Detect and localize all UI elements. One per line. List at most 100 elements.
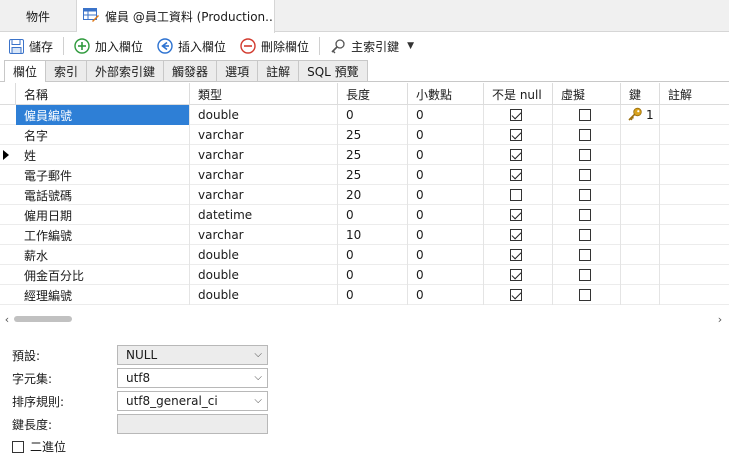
not-null-checkbox[interactable] bbox=[510, 249, 522, 261]
cell-name[interactable]: 僱員編號 bbox=[16, 105, 190, 125]
virtual-checkbox[interactable] bbox=[579, 189, 591, 201]
cell-key[interactable] bbox=[621, 245, 660, 265]
add-field-button[interactable]: 加入欄位 bbox=[70, 35, 147, 57]
not-null-checkbox[interactable] bbox=[510, 189, 522, 201]
column-header-comment[interactable]: 註解 bbox=[660, 83, 729, 105]
virtual-checkbox[interactable] bbox=[579, 229, 591, 241]
cell-name[interactable]: 薪水 bbox=[16, 245, 190, 265]
scrollbar-thumb[interactable] bbox=[14, 316, 72, 322]
not-null-checkbox[interactable] bbox=[510, 129, 522, 141]
cell-name[interactable]: 電話號碼 bbox=[16, 185, 190, 205]
cell-comment[interactable] bbox=[660, 205, 729, 225]
cell-comment[interactable] bbox=[660, 125, 729, 145]
cell-type[interactable]: double bbox=[190, 105, 338, 125]
cell-key[interactable] bbox=[621, 185, 660, 205]
cell-decimals[interactable]: 0 bbox=[408, 185, 484, 205]
cell-type[interactable]: double bbox=[190, 265, 338, 285]
not-null-checkbox[interactable] bbox=[510, 209, 522, 221]
column-header-decimals[interactable]: 小數點 bbox=[408, 83, 484, 105]
not-null-checkbox[interactable] bbox=[510, 109, 522, 121]
delete-field-button[interactable]: 刪除欄位 bbox=[236, 35, 313, 57]
primary-key-button[interactable]: 主索引鍵 ▼ bbox=[326, 35, 418, 57]
virtual-checkbox[interactable] bbox=[579, 209, 591, 221]
cell-key[interactable] bbox=[621, 225, 660, 245]
table-row[interactable]: 僱用日期 datetime 0 0 bbox=[0, 205, 729, 225]
cell-length[interactable]: 0 bbox=[338, 265, 408, 285]
not-null-checkbox[interactable] bbox=[510, 289, 522, 301]
tab-indexes[interactable]: 索引 bbox=[45, 60, 88, 81]
cell-key[interactable] bbox=[621, 125, 660, 145]
tab-comment[interactable]: 註解 bbox=[257, 60, 300, 81]
cell-comment[interactable] bbox=[660, 145, 729, 165]
cell-decimals[interactable]: 0 bbox=[408, 145, 484, 165]
cell-length[interactable]: 25 bbox=[338, 145, 408, 165]
cell-comment[interactable] bbox=[660, 185, 729, 205]
cell-name[interactable]: 名字 bbox=[16, 125, 190, 145]
save-button[interactable]: 儲存 bbox=[4, 35, 57, 57]
cell-type[interactable]: varchar bbox=[190, 185, 338, 205]
table-row[interactable]: 電子郵件 varchar 25 0 bbox=[0, 165, 729, 185]
cell-comment[interactable] bbox=[660, 245, 729, 265]
default-select[interactable]: NULL ⌵ bbox=[117, 345, 268, 365]
virtual-checkbox[interactable] bbox=[579, 129, 591, 141]
chevron-down-icon[interactable]: ▼ bbox=[407, 41, 414, 51]
cell-name[interactable]: 佣金百分比 bbox=[16, 265, 190, 285]
cell-key[interactable] bbox=[621, 285, 660, 305]
cell-type[interactable]: varchar bbox=[190, 125, 338, 145]
insert-field-button[interactable]: 插入欄位 bbox=[153, 35, 230, 57]
cell-decimals[interactable]: 0 bbox=[408, 285, 484, 305]
cell-length[interactable]: 0 bbox=[338, 285, 408, 305]
cell-key[interactable] bbox=[621, 165, 660, 185]
column-header-length[interactable]: 長度 bbox=[338, 83, 408, 105]
cell-name[interactable]: 工作編號 bbox=[16, 225, 190, 245]
cell-length[interactable]: 20 bbox=[338, 185, 408, 205]
tab-table-design[interactable]: 僱員 @員工資料 (Production... bbox=[77, 0, 275, 33]
table-row[interactable]: 名字 varchar 25 0 bbox=[0, 125, 729, 145]
tab-foreign-keys[interactable]: 外部索引鍵 bbox=[86, 60, 165, 81]
horizontal-scrollbar[interactable]: ‹ › bbox=[0, 311, 729, 327]
cell-type[interactable]: varchar bbox=[190, 165, 338, 185]
cell-decimals[interactable]: 0 bbox=[408, 225, 484, 245]
tab-objects[interactable]: 物件 bbox=[0, 0, 77, 32]
not-null-checkbox[interactable] bbox=[510, 149, 522, 161]
cell-decimals[interactable]: 0 bbox=[408, 165, 484, 185]
cell-comment[interactable] bbox=[660, 285, 729, 305]
cell-length[interactable]: 25 bbox=[338, 165, 408, 185]
column-header-not-null[interactable]: 不是 null bbox=[484, 83, 553, 105]
column-header-type[interactable]: 類型 bbox=[190, 83, 338, 105]
virtual-checkbox[interactable] bbox=[579, 269, 591, 281]
cell-decimals[interactable]: 0 bbox=[408, 125, 484, 145]
cell-key[interactable] bbox=[621, 205, 660, 225]
cell-length[interactable]: 0 bbox=[338, 205, 408, 225]
scroll-left-icon[interactable]: ‹ bbox=[0, 311, 14, 327]
virtual-checkbox[interactable] bbox=[579, 149, 591, 161]
cell-type[interactable]: double bbox=[190, 285, 338, 305]
cell-name[interactable]: 電子郵件 bbox=[16, 165, 190, 185]
cell-type[interactable]: varchar bbox=[190, 225, 338, 245]
column-header-virtual[interactable]: 虛擬 bbox=[553, 83, 621, 105]
not-null-checkbox[interactable] bbox=[510, 269, 522, 281]
table-row[interactable]: 僱員編號 double 0 0 1 bbox=[0, 105, 729, 125]
cell-length[interactable]: 0 bbox=[338, 245, 408, 265]
tab-sql-preview[interactable]: SQL 預覽 bbox=[298, 60, 368, 81]
cell-type[interactable]: datetime bbox=[190, 205, 338, 225]
virtual-checkbox[interactable] bbox=[579, 109, 591, 121]
cell-decimals[interactable]: 0 bbox=[408, 105, 484, 125]
virtual-checkbox[interactable] bbox=[579, 249, 591, 261]
not-null-checkbox[interactable] bbox=[510, 169, 522, 181]
table-row[interactable]: 經理編號 double 0 0 bbox=[0, 285, 729, 305]
cell-length[interactable]: 0 bbox=[338, 105, 408, 125]
column-header-key[interactable]: 鍵 bbox=[621, 83, 660, 105]
cell-decimals[interactable]: 0 bbox=[408, 245, 484, 265]
table-row[interactable]: 佣金百分比 double 0 0 bbox=[0, 265, 729, 285]
cell-name[interactable]: 姓 bbox=[16, 145, 190, 165]
cell-name[interactable]: 僱用日期 bbox=[16, 205, 190, 225]
cell-name[interactable]: 經理編號 bbox=[16, 285, 190, 305]
column-header-name[interactable]: 名稱 bbox=[16, 83, 190, 105]
tab-options[interactable]: 選項 bbox=[216, 60, 259, 81]
tab-fields[interactable]: 欄位 bbox=[4, 60, 47, 82]
cell-length[interactable]: 25 bbox=[338, 125, 408, 145]
charset-select[interactable]: utf8 ⌵ bbox=[117, 368, 268, 388]
binary-checkbox[interactable] bbox=[12, 440, 24, 453]
cell-key[interactable] bbox=[621, 265, 660, 285]
